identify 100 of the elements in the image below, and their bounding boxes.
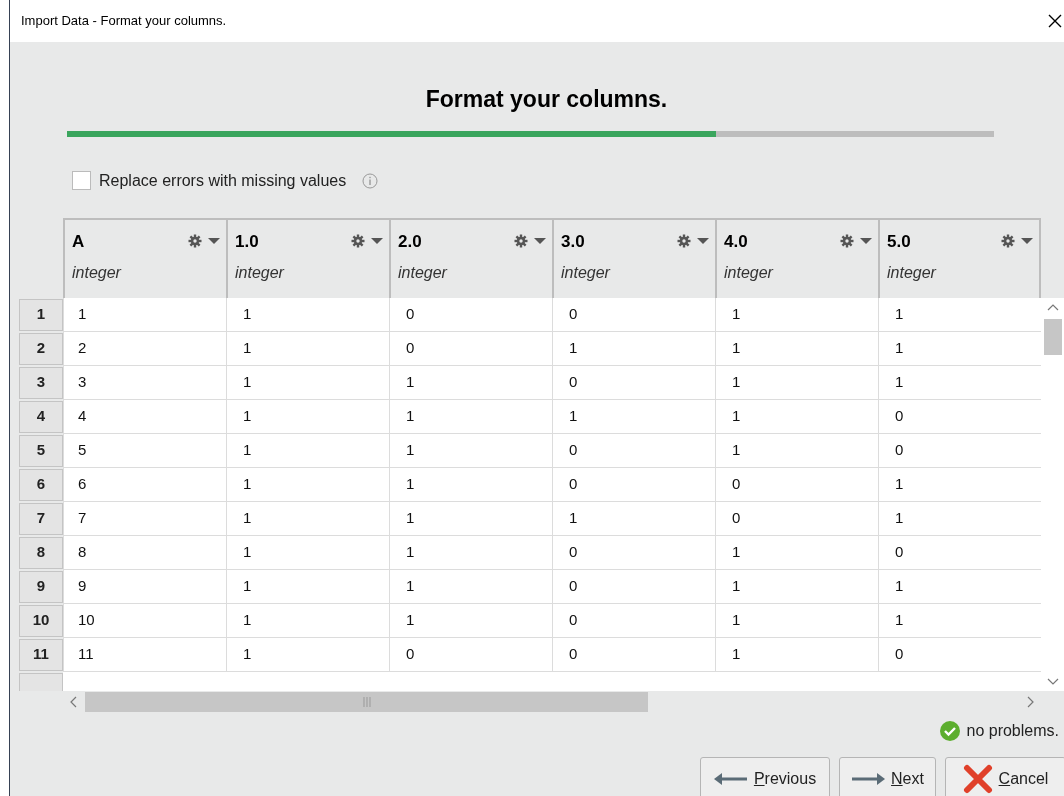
- table-cell: 1: [878, 569, 1041, 604]
- scrollbar-thumb[interactable]: [1044, 318, 1062, 355]
- row-number: 1: [19, 298, 63, 331]
- column-type: integer: [887, 263, 938, 283]
- column-type: integer: [72, 263, 123, 283]
- table-cell: 3: [63, 365, 226, 400]
- table-cell: 1: [226, 637, 389, 672]
- column-header[interactable]: 5.0 integer: [878, 219, 1041, 298]
- table-cell: 1: [715, 297, 878, 332]
- table-cell: 1: [389, 433, 552, 468]
- table-cell: 1: [552, 501, 715, 536]
- checkbox[interactable]: [72, 171, 91, 190]
- table-cell: 1: [878, 603, 1041, 638]
- caret-icon[interactable]: [860, 237, 872, 246]
- column-type: integer: [235, 263, 286, 283]
- column-name: 2.0: [398, 230, 422, 253]
- column-name: 5.0: [887, 230, 911, 253]
- column-type: integer: [724, 263, 775, 283]
- row-number: 7: [19, 502, 63, 535]
- left-arrow-icon: [713, 773, 748, 785]
- table-cell: 0: [552, 365, 715, 400]
- row-number: 2: [19, 332, 63, 365]
- table-cell: 0: [878, 399, 1041, 434]
- table-cell: 2: [63, 331, 226, 366]
- table-cell: 1: [715, 637, 878, 672]
- scrollbar-thumb[interactable]: [85, 691, 648, 712]
- row-number: 8: [19, 536, 63, 569]
- table-cell: 9: [63, 569, 226, 604]
- previous-button[interactable]: Previous: [700, 756, 830, 796]
- check-icon: [938, 719, 961, 742]
- table-cell: 1: [715, 399, 878, 434]
- table-cell: 1: [878, 297, 1041, 332]
- table-cell: 1: [715, 365, 878, 400]
- table-cell: 6: [63, 467, 226, 502]
- caret-icon[interactable]: [697, 237, 709, 246]
- table-cell: 1: [552, 399, 715, 434]
- table-cell: 0: [878, 433, 1041, 468]
- right-arrow-icon: [851, 773, 886, 785]
- table-cell: 1: [226, 535, 389, 570]
- table-cell: 1: [226, 467, 389, 502]
- table-cell: 0: [389, 637, 552, 672]
- window-title: Import Data - Format your columns.: [21, 12, 227, 31]
- table-cell: 10: [63, 603, 226, 638]
- column-name: A: [72, 230, 85, 253]
- table-cell: 0: [389, 331, 552, 366]
- table-cell: 1: [715, 569, 878, 604]
- gear-icon[interactable]: [351, 234, 365, 249]
- gear-icon[interactable]: [188, 234, 202, 249]
- vertical-scrollbar[interactable]: [1041, 297, 1064, 691]
- table-cell: 0: [552, 637, 715, 672]
- status-text: no problems.: [966, 720, 1059, 741]
- gear-icon[interactable]: [840, 234, 854, 249]
- table-cell: 1: [389, 501, 552, 536]
- table-cell: 0: [715, 501, 878, 536]
- next-button[interactable]: Next: [839, 756, 936, 796]
- table-cell: 1: [226, 365, 389, 400]
- row-number: 10: [19, 604, 63, 637]
- table-cell: 0: [878, 637, 1041, 672]
- table-cell: 0: [552, 535, 715, 570]
- caret-icon[interactable]: [1021, 237, 1033, 246]
- table-cell: 1: [226, 569, 389, 604]
- row-number: 5: [19, 434, 63, 467]
- gear-icon[interactable]: [1001, 234, 1015, 249]
- table-cell: 1: [226, 433, 389, 468]
- table-cell: 5: [63, 433, 226, 468]
- row-number: 9: [19, 570, 63, 603]
- row-number: 11: [19, 638, 63, 671]
- table-cell: 1: [63, 297, 226, 332]
- caret-icon[interactable]: [534, 237, 546, 246]
- row-number: 3: [19, 366, 63, 399]
- gear-icon[interactable]: [514, 234, 528, 249]
- table-cell: 1: [226, 331, 389, 366]
- table-cell: 4: [63, 399, 226, 434]
- table-cell: 1: [226, 501, 389, 536]
- table-cell: 1: [389, 365, 552, 400]
- caret-icon[interactable]: [208, 237, 220, 246]
- page-heading: Format your columns.: [425, 85, 668, 114]
- table-cell: 1: [389, 569, 552, 604]
- checkbox-label[interactable]: Replace errors with missing values: [99, 168, 347, 193]
- column-name: 3.0: [561, 230, 585, 253]
- table-cell: 0: [552, 467, 715, 502]
- table-cell: 1: [715, 535, 878, 570]
- row-number: 4: [19, 400, 63, 433]
- table-cell: 1: [715, 433, 878, 468]
- table-cell: 0: [715, 467, 878, 502]
- gear-icon[interactable]: [677, 234, 691, 249]
- cross-icon: [962, 764, 993, 794]
- table-cell: 0: [552, 433, 715, 468]
- table-cell: 0: [389, 297, 552, 332]
- caret-icon[interactable]: [371, 237, 383, 246]
- table-cell: 8: [63, 535, 226, 570]
- table-cell: 1: [389, 603, 552, 638]
- column-type: integer: [398, 263, 449, 283]
- table-cell: 1: [552, 331, 715, 366]
- table-cell: 1: [715, 603, 878, 638]
- column-name: 4.0: [724, 230, 748, 253]
- cancel-button[interactable]: Cancel: [945, 756, 1064, 796]
- table-cell: 1: [226, 297, 389, 332]
- scroll-up-icon[interactable]: [1047, 302, 1059, 313]
- table-cell: 0: [552, 603, 715, 638]
